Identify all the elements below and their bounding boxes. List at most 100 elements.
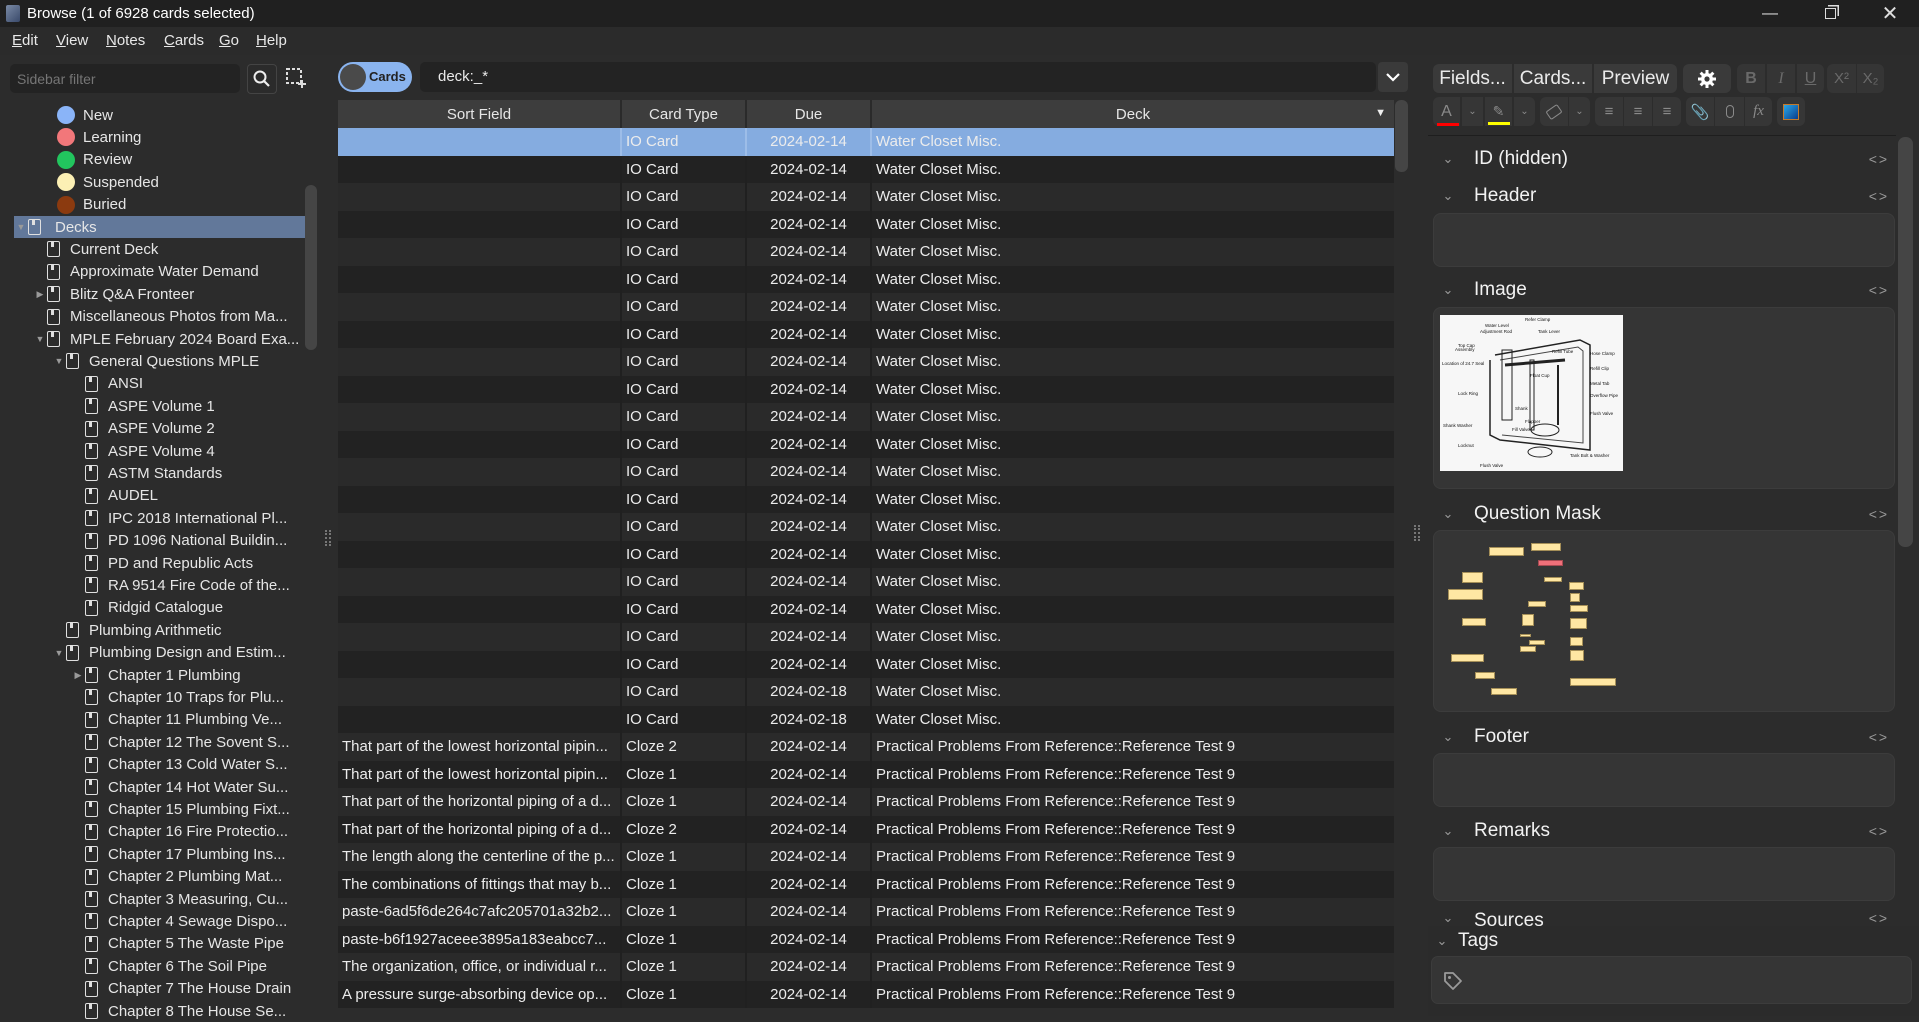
html-editor-toggle-icon[interactable]: < > [1869,151,1887,167]
sidebar-filter-input[interactable] [10,64,240,93]
sidebar-deck-item[interactable]: ▼ MPLE February 2024 Board Exa... [14,328,304,350]
field-input-header[interactable] [1433,213,1895,267]
field-header-remarks[interactable]: ⌄ Remarks < > [1432,816,1892,846]
restore-button[interactable] [1800,0,1860,27]
sidebar-item-suspended[interactable]: Suspended [14,171,304,193]
mask-shape[interactable] [1520,646,1536,652]
collapse-arrow-icon[interactable]: ▶ [71,670,85,681]
sidebar-deck-item[interactable]: PD and Republic Acts [14,552,304,574]
expand-arrow-icon[interactable]: ▼ [33,334,47,344]
editor-scrollbar[interactable] [1898,137,1913,547]
active-mask-shape[interactable] [1538,560,1563,566]
table-row[interactable]: IO Card 2024-02-14 Water Closet Misc. [338,623,1394,651]
table-row[interactable]: IO Card 2024-02-14 Water Closet Misc. [338,238,1394,266]
chevron-down-icon[interactable]: ⌄ [1432,823,1464,839]
sidebar-deck-item[interactable]: Chapter 12 The Sovent S... [14,731,304,753]
table-row[interactable]: The combinations of fittings that may b.… [338,870,1394,898]
sidebar-deck-item[interactable]: Chapter 13 Cold Water S... [14,754,304,776]
table-row[interactable]: IO Card 2024-02-14 Water Closet Misc. [338,513,1394,541]
mask-shape[interactable] [1570,637,1583,646]
table-row[interactable]: IO Card 2024-02-14 Water Closet Misc. [338,458,1394,486]
search-history-dropdown[interactable] [1378,62,1408,92]
sidebar-item-decks[interactable]: ▼ Decks [14,216,314,238]
html-editor-toggle-icon[interactable]: < > [1869,729,1887,745]
alignment-button[interactable]: ≡ [1653,97,1681,126]
expand-arrow-icon[interactable]: ▼ [52,648,66,658]
mask-shape[interactable] [1569,582,1584,590]
mask-shape[interactable] [1451,654,1484,662]
text-color-dropdown[interactable]: ⌄ [1462,97,1483,126]
column-header-deck[interactable]: Deck ▼ [872,100,1394,128]
menu-view[interactable]: View [56,32,88,49]
column-header-card-type[interactable]: Card Type [622,100,747,128]
table-row[interactable]: That part of the horizontal piping of a … [338,815,1394,843]
sidebar-deck-item[interactable]: IPC 2018 International Pl... [14,507,304,529]
menu-notes[interactable]: Notes [106,32,145,49]
sidebar-deck-item[interactable]: ANSI [14,373,304,395]
sidebar-deck-item[interactable]: Plumbing Arithmetic [14,619,304,641]
field-input-footer[interactable] [1433,753,1895,807]
table-row[interactable]: IO Card 2024-02-14 Water Closet Misc. [338,320,1394,348]
clear-formatting-button[interactable] [1540,97,1568,126]
water-closet-diagram-image[interactable]: Refer Clamp Water Level Adjustment Rod Tan… [1440,315,1623,471]
sidebar-deck-item[interactable]: ASPE Volume 1 [14,395,304,417]
sidebar-deck-item[interactable]: ▼ Plumbing Design and Estim... [14,642,304,664]
sidebar-deck-item[interactable]: Chapter 5 The Waste Pipe [14,933,304,955]
sidebar-deck-item[interactable]: Miscellaneous Photos from Ma... [14,306,304,328]
expand-arrow-icon[interactable]: ▼ [52,356,66,366]
image-occlusion-button[interactable] [1777,97,1805,126]
preview-button[interactable]: Preview [1594,64,1677,93]
sidebar-deck-item[interactable]: ▶ Blitz Q&A Fronteer [14,283,304,305]
html-editor-toggle-icon[interactable]: < > [1869,282,1887,298]
field-input-image[interactable]: Refer Clamp Water Level Adjustment Rod Tan… [1433,307,1895,489]
cards-notes-toggle[interactable]: Cards [338,62,412,92]
sidebar-deck-item[interactable]: Chapter 7 The House Drain [14,978,304,1000]
table-row[interactable]: IO Card 2024-02-18 Water Closet Misc. [338,705,1394,733]
mask-shape[interactable] [1528,601,1546,607]
table-row[interactable]: IO Card 2024-02-14 Water Closet Misc. [338,128,1394,156]
column-header-due[interactable]: Due [747,100,872,128]
mask-shape[interactable] [1522,614,1534,626]
chevron-down-icon[interactable]: ⌄ [1432,151,1464,167]
table-row[interactable]: IO Card 2024-02-14 Water Closet Misc. [338,485,1394,513]
html-editor-toggle-icon[interactable]: < > [1869,910,1887,926]
options-button[interactable] [1683,64,1731,93]
sidebar-deck-item[interactable]: Chapter 8 The House Se... [14,1000,304,1022]
table-row[interactable]: The organization, office, or individual … [338,953,1394,981]
mask-shape[interactable] [1570,650,1584,661]
html-editor-toggle-icon[interactable]: < > [1869,823,1887,839]
mask-shape[interactable] [1475,672,1495,679]
sidebar-deck-item[interactable]: ▼ General Questions MPLE [14,350,304,372]
mask-shape[interactable] [1489,547,1524,556]
sidebar-deck-item[interactable]: Chapter 4 Sewage Dispo... [14,910,304,932]
italic-button[interactable]: I [1767,64,1795,93]
table-row[interactable]: IO Card 2024-02-14 Water Closet Misc. [338,375,1394,403]
mask-shape[interactable] [1462,618,1486,626]
table-scrollbar[interactable] [1395,100,1408,172]
tags-header[interactable]: ⌄ Tags [1432,930,1499,952]
table-row[interactable]: IO Card 2024-02-14 Water Closet Misc. [338,595,1394,623]
chevron-down-icon[interactable]: ⌄ [1432,188,1464,204]
select-tool-button[interactable] [286,68,306,88]
mask-shape[interactable] [1544,577,1562,582]
sidebar-deck-item[interactable]: AUDEL [14,485,304,507]
field-header-footer[interactable]: ⌄ Footer < > [1432,722,1892,752]
sidebar-splitter-handle[interactable] [325,530,331,546]
table-row[interactable]: That part of the horizontal piping of a … [338,788,1394,816]
table-row[interactable]: IO Card 2024-02-14 Water Closet Misc. [338,293,1394,321]
menu-cards[interactable]: Cards [164,32,204,49]
mask-shape[interactable] [1462,572,1483,583]
sidebar-deck-item[interactable]: ▶ Chapter 1 Plumbing [14,664,304,686]
mask-shape[interactable] [1570,618,1587,629]
record-audio-button[interactable] [1715,97,1744,126]
sidebar-item-review[interactable]: Review [14,149,304,171]
sidebar-item-buried[interactable]: Buried [14,194,304,216]
ordered-list-button[interactable]: ≡ [1624,97,1652,126]
superscript-button[interactable]: X² [1827,64,1856,93]
chevron-down-icon[interactable]: ⌄ [1432,506,1464,522]
field-header-header[interactable]: ⌄ Header < > [1432,181,1892,211]
sidebar-deck-item[interactable]: Chapter 17 Plumbing Ins... [14,843,304,865]
table-row[interactable]: That part of the lowest horizontal pipin… [338,760,1394,788]
highlight-color-dropdown[interactable]: ⌄ [1514,97,1535,126]
mask-shape[interactable] [1448,589,1483,600]
